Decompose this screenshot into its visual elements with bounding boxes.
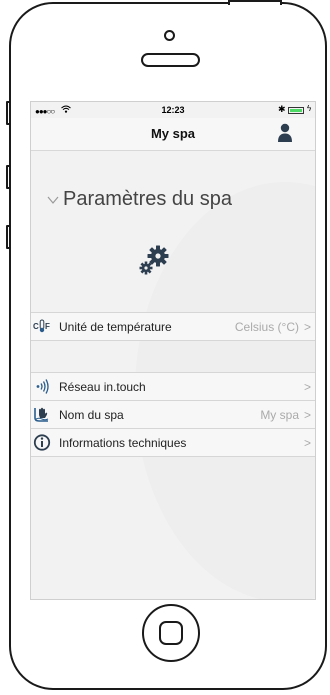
home-button-square-icon [159, 621, 183, 645]
volume-up-button [6, 165, 11, 189]
network-label: Réseau in.touch [59, 380, 146, 394]
front-camera [164, 30, 175, 41]
wifi-signal-icon [36, 379, 49, 394]
spa-hand-icon [34, 407, 49, 422]
temperature-unit-label: Unité de température [59, 320, 172, 334]
chevron-right-icon: > [303, 320, 311, 334]
technical-info-label: Informations techniques [59, 436, 187, 450]
app-screen: ●●●○○ 12:23 ✱ ϟ My spa Paramètres du spa [30, 101, 316, 600]
divider [31, 340, 315, 341]
settings-row-temperature-unit[interactable]: C F Unité de température Celsius (°C) > [31, 313, 315, 340]
charging-icon: ϟ [307, 104, 312, 113]
spa-name-value: My spa [260, 408, 299, 422]
gears-icon [139, 245, 169, 275]
svg-text:C: C [33, 322, 39, 331]
settings-row-spa-name[interactable]: Nom du spa My spa > [31, 401, 315, 428]
thermometer-cf-icon: C F [33, 319, 50, 333]
navigation-bar: My spa [31, 118, 315, 151]
chevron-right-icon: > [303, 408, 311, 422]
divider [31, 456, 315, 457]
earpiece-speaker [141, 53, 200, 67]
temperature-unit-value: Celsius (°C) [234, 320, 299, 334]
power-button [228, 0, 282, 5]
battery-icon [288, 107, 304, 114]
section-title-text: Paramètres du spa [63, 188, 232, 210]
svg-text:F: F [45, 322, 50, 331]
status-time: 12:23 [161, 105, 185, 115]
bluetooth-icon: ✱ [278, 104, 286, 114]
settings-row-technical-info[interactable]: Informations techniques > [31, 429, 315, 456]
user-icon[interactable] [278, 123, 292, 143]
chevron-down-icon[interactable] [47, 194, 59, 206]
status-bar: ●●●○○ 12:23 ✱ ϟ [31, 102, 315, 118]
mute-switch [6, 101, 11, 125]
info-icon [33, 434, 51, 451]
settings-row-network[interactable]: Réseau in.touch > [31, 373, 315, 400]
spa-name-label: Nom du spa [59, 408, 124, 422]
chevron-right-icon: > [303, 380, 311, 394]
section-title[interactable]: Paramètres du spa [63, 188, 232, 211]
chevron-right-icon: > [303, 436, 311, 450]
volume-down-button [6, 225, 11, 249]
page-title: My spa [150, 126, 196, 141]
